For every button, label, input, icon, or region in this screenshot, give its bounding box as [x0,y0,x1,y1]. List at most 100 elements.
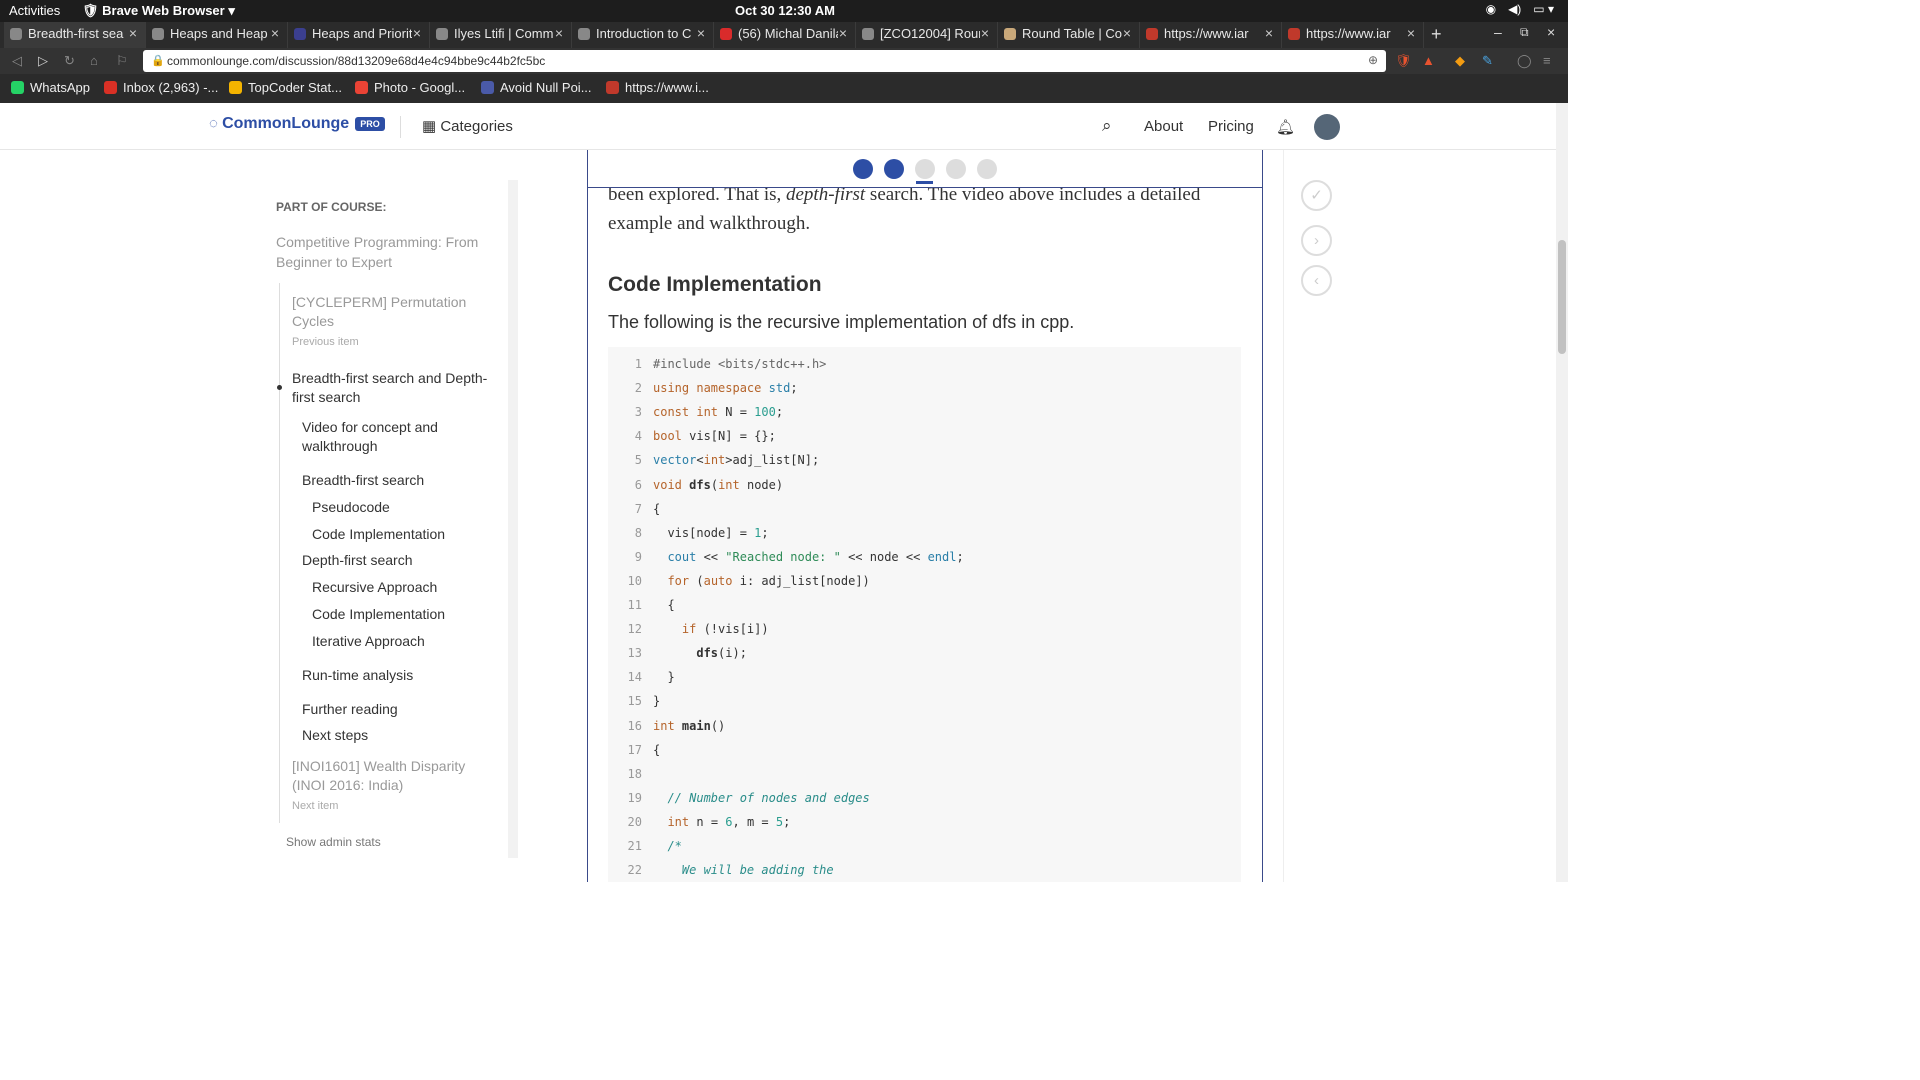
close-icon[interactable]: × [271,25,279,41]
line-number: 10 [627,573,642,588]
toc-link[interactable]: Run-time analysis [302,666,413,685]
bookmark-item[interactable]: TopCoder Stat... [229,80,342,95]
home-icon[interactable]: ⌂ [90,53,98,68]
chevron-left-icon[interactable]: ‹ [1301,265,1332,296]
tab[interactable]: https://www.iar × [1282,22,1424,48]
tab[interactable]: Heaps and Priorit × [288,22,430,48]
zoom-icon[interactable]: ⊕ [1368,53,1378,67]
toc-link[interactable]: Further reading [302,700,398,719]
extension-icon[interactable]: ◆ [1455,53,1465,69]
tab-strip: Breadth-first sea × Heaps and Heap × Heaps… [0,22,1568,48]
close-icon[interactable]: × [981,25,989,41]
bookmark-icon[interactable]: ⚐ [116,53,128,69]
restore-button[interactable]: ⧉ [1520,25,1529,40]
progress-dot[interactable] [977,159,997,179]
profile-icon[interactable]: ◯ [1517,53,1532,69]
code-text: int main() [653,718,726,733]
progress-dot[interactable] [946,159,966,179]
line-number: 22 [627,863,642,878]
close-icon[interactable]: × [1407,25,1415,41]
nav-pricing[interactable]: Pricing [1208,118,1254,135]
bookmark-label: https://www.i... [625,80,709,95]
current-item[interactable]: Breadth-first search and Depth-first sea… [292,369,492,407]
toc-link[interactable]: Recursive Approach [312,578,437,597]
nav-about[interactable]: About [1144,118,1183,135]
progress-dot[interactable] [915,159,935,179]
page-scrollbar[interactable] [1556,103,1568,882]
code-text: for (auto i: adj_list[node]) [667,573,870,588]
favicon-icon [1146,28,1158,40]
favicon-icon [10,28,22,40]
close-icon[interactable]: × [555,25,563,41]
toc-link[interactable]: Pseudocode [312,498,390,517]
tab[interactable]: https://www.iar × [1140,22,1282,48]
bookmark-item[interactable]: Avoid Null Poi... [481,80,592,95]
close-icon[interactable]: × [839,25,847,41]
show-admin-stats-link[interactable]: Show admin stats [286,835,381,849]
code-text: { [653,501,661,516]
minimize-button[interactable]: – [1494,24,1502,40]
course-title-link[interactable]: Competitive Programming: From Beginner t… [276,232,491,272]
bookmark-item[interactable]: Photo - Googl... [355,80,465,95]
progress-dot[interactable] [853,159,873,179]
close-icon[interactable]: × [1123,25,1131,41]
pen-extension-icon[interactable]: ✎ [1482,53,1493,69]
categories-menu[interactable]: ▦ Categories [422,117,513,135]
code-line: 15} [608,694,1241,718]
menu-icon[interactable]: ≡ [1543,53,1551,68]
toc-link[interactable]: Next steps [302,726,368,745]
tab-title: Heaps and Heap [170,26,268,41]
activities-button[interactable]: Activities [9,3,60,18]
brave-shields-icon[interactable]: 🛡 [1395,53,1412,69]
close-icon[interactable]: × [697,25,705,41]
line-number: 16 [627,718,642,733]
reload-icon[interactable]: ↻ [64,53,75,69]
next-item-link[interactable]: [INOI1601] Wealth Disparity (INOI 2016: … [292,757,492,795]
close-icon[interactable]: × [129,25,137,41]
tab[interactable]: Round Table | Co × [998,22,1140,48]
clock[interactable]: Oct 30 12:30 AM [735,3,835,18]
code-line: 22 We will be adding the [608,863,1241,882]
current-item-dot [277,385,282,390]
code-line: 7{ [608,502,1241,526]
grid-icon: ▦ [422,118,441,135]
close-icon[interactable]: × [1265,25,1273,41]
bookmark-item[interactable]: https://www.i... [606,80,709,95]
check-icon[interactable]: ✓ [1301,180,1332,211]
tab[interactable]: Ilyes Ltifi | Comm × [430,22,572,48]
toc-link[interactable]: Iterative Approach [312,632,425,651]
tab[interactable]: (56) Michal Danila × [714,22,856,48]
search-icon[interactable]: ⌕ [1102,116,1112,136]
tab[interactable]: Breadth-first sea × [4,22,146,48]
toc-link[interactable]: Code Implementation [312,525,445,544]
tab-title: Introduction to C [596,26,692,41]
site-header: ◌ CommonLounge PRO ▦ Categories ⌕ About P… [0,103,1556,150]
app-menu[interactable]: 🛡 Brave Web Browser ▾ [82,3,235,19]
toc-link[interactable]: Depth-first search [302,551,412,570]
toc-link[interactable]: Code Implementation [312,605,445,624]
tab[interactable]: [ZCO12004] Roun × [856,22,998,48]
tab[interactable]: Introduction to C × [572,22,714,48]
sidebar-scrollbar[interactable] [508,180,518,858]
brave-rewards-icon[interactable]: ▲ [1422,53,1435,68]
bookmark-item[interactable]: Inbox (2,963) -... [104,80,218,95]
new-tab-button[interactable]: + [1431,24,1442,45]
bell-icon[interactable]: 🔔︎ [1276,118,1295,136]
bookmark-item[interactable]: WhatsApp [11,80,90,95]
forward-icon[interactable]: ▷ [38,53,48,69]
back-icon[interactable]: ◁ [12,53,22,69]
chevron-right-icon[interactable]: › [1301,225,1332,256]
previous-item-link[interactable]: [CYCLEPERM] Permutation Cycles [292,293,482,331]
system-tray[interactable]: ◉ ◀) ▭ ▾ [1486,2,1554,16]
avatar[interactable] [1314,114,1340,140]
close-window-button[interactable]: × [1547,24,1555,40]
code-block[interactable]: 1 #include <bits/stdc++.h> 2 using namespac… [608,347,1241,882]
progress-dot[interactable] [884,159,904,179]
close-icon[interactable]: × [413,25,421,41]
scrollbar-thumb[interactable] [1558,240,1566,354]
url-field[interactable]: 🔒 commonlounge.com/discussion/88d13209e6… [143,50,1386,72]
toc-link[interactable]: Breadth-first search [302,471,424,490]
commonlounge-logo[interactable]: ◌ CommonLounge PRO [209,115,385,133]
toc-link[interactable]: Video for concept and walkthrough [302,418,462,456]
tab[interactable]: Heaps and Heap × [146,22,288,48]
